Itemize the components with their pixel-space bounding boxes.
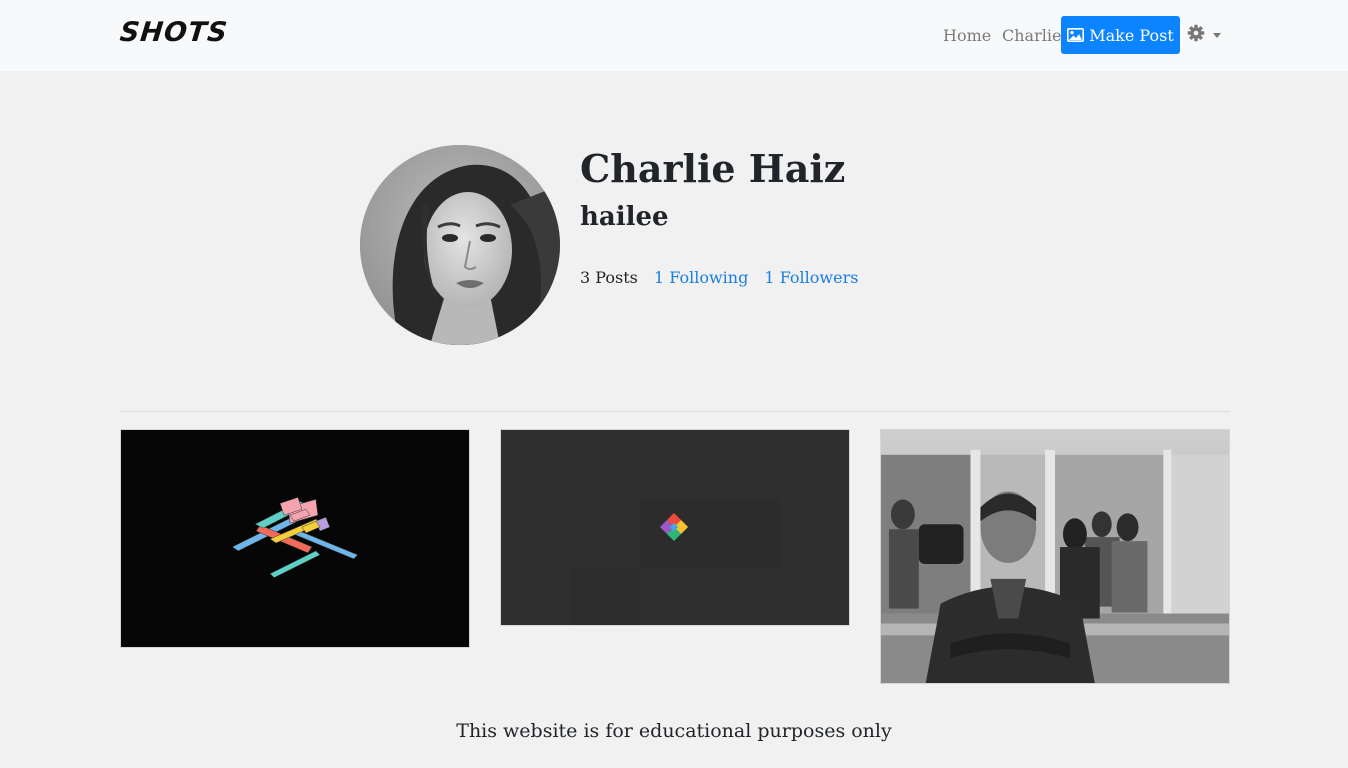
make-post-label: Make Post	[1089, 25, 1174, 45]
brand-logo[interactable]: SHOTS	[118, 17, 229, 48]
image-icon	[1067, 28, 1085, 42]
navbar: SHOTS Home Charlie Make Post	[0, 0, 1348, 71]
posts-count: 3 Posts	[580, 268, 638, 287]
post-color-diamond[interactable]	[500, 429, 850, 626]
post-bw-photo[interactable]	[880, 429, 1230, 684]
make-post-button[interactable]: Make Post	[1061, 16, 1180, 54]
profile-avatar	[360, 145, 560, 345]
footer-disclaimer: This website is for educational purposes…	[456, 720, 892, 742]
profile-username: hailee	[580, 202, 669, 232]
gear-icon	[1187, 24, 1205, 46]
caret-down-icon	[1213, 32, 1221, 38]
followers-link[interactable]: 1 Followers	[764, 268, 858, 287]
nav-profile-link[interactable]: Charlie	[1002, 26, 1061, 45]
profile-stats: 3 Posts 1 Following 1 Followers	[580, 268, 869, 287]
nav-home-link[interactable]: Home	[943, 26, 991, 45]
following-link[interactable]: 1 Following	[654, 268, 748, 287]
settings-dropdown-toggle[interactable]	[1187, 24, 1221, 46]
post-isometric-blocks[interactable]	[120, 429, 470, 648]
profile-name: Charlie Haiz	[580, 146, 846, 191]
section-divider	[120, 411, 1230, 412]
